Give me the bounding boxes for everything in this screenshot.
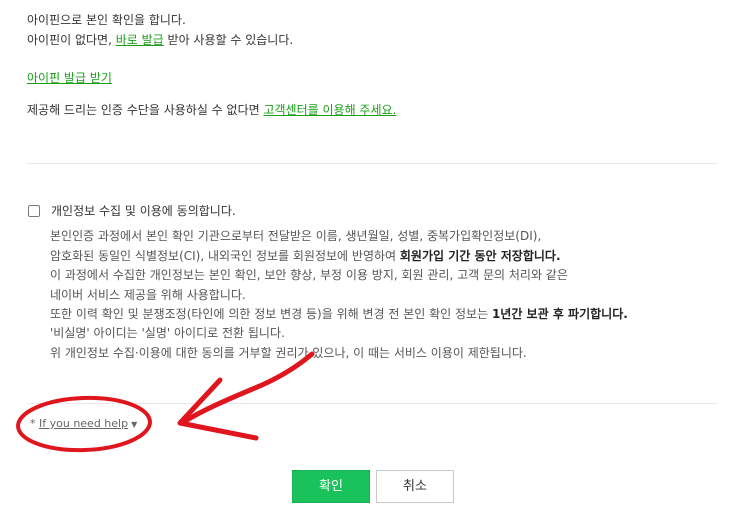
support-line: 제공해 드리는 인증 수단을 사용하실 수 없다면 고객센터를 이용해 주세요. bbox=[27, 102, 396, 118]
privacy-p5-text: 또한 이력 확인 및 분쟁조정(타인에 의한 정보 변경 등)을 위해 변경 전… bbox=[50, 307, 492, 321]
annotation-arrow-head bbox=[177, 377, 259, 441]
consent-checkbox[interactable] bbox=[28, 205, 40, 217]
consent-label[interactable]: 개인정보 수집 및 이용에 동의합니다. bbox=[51, 203, 236, 219]
help-label[interactable]: If you need help bbox=[39, 417, 128, 430]
privacy-p2-text: 암호화된 동일인 식별정보(CI), 내외국인 정보를 회원정보에 반영하여 bbox=[50, 249, 400, 263]
chevron-down-icon: ▼ bbox=[131, 420, 138, 429]
help-toggle[interactable]: * If you need help ▼ bbox=[30, 417, 137, 432]
customer-center-link[interactable]: 고객센터를 이용해 주세요. bbox=[263, 103, 396, 117]
instant-issue-link[interactable]: 바로 발급 bbox=[116, 33, 164, 47]
cancel-button[interactable]: 취소 bbox=[376, 470, 454, 503]
intro-line-2: 아이핀이 없다면, 바로 발급 받아 사용할 수 있습니다. bbox=[27, 32, 293, 48]
ipin-issue-link[interactable]: 아이핀 발급 받기 bbox=[27, 70, 112, 86]
section-divider-bottom bbox=[27, 403, 717, 404]
support-text: 제공해 드리는 인증 수단을 사용하실 수 없다면 bbox=[27, 103, 264, 117]
privacy-paragraph-1: 본인인증 과정에서 본인 확인 기관으로부터 전달받은 이름, 생년월일, 성별… bbox=[50, 229, 542, 243]
privacy-paragraph-2: 암호화된 동일인 식별정보(CI), 내외국인 정보를 회원정보에 반영하여 회… bbox=[50, 248, 561, 264]
privacy-paragraph-3: 이 과정에서 수집한 개인정보는 본인 확인, 보안 향상, 부정 이용 방지,… bbox=[50, 268, 568, 282]
privacy-paragraph-5: 또한 이력 확인 및 분쟁조정(타인에 의한 정보 변경 등)을 위해 변경 전… bbox=[50, 306, 628, 322]
annotation-arrow-shaft bbox=[179, 351, 315, 426]
intro-line-1: 아이핀으로 본인 확인을 합니다. bbox=[27, 13, 186, 27]
privacy-p5-bold: 1년간 보관 후 파기합니다. bbox=[491, 307, 628, 321]
privacy-p2-bold: 회원가입 기간 동안 저장합니다. bbox=[399, 249, 561, 263]
intro-line-2-text: 아이핀이 없다면, bbox=[27, 33, 116, 47]
annotation-overlay bbox=[16, 351, 315, 453]
help-prefix: * bbox=[30, 417, 36, 430]
privacy-paragraph-4: 네이버 서비스 제공을 위해 사용합니다. bbox=[50, 288, 246, 302]
privacy-paragraph-7: 위 개인정보 수집·이용에 대한 동의를 거부할 권리가 있으나, 이 때는 서… bbox=[50, 346, 527, 360]
privacy-paragraph-6: '비실명' 아이디는 '실명' 아이디로 전환 됩니다. bbox=[50, 326, 285, 340]
intro-line-2-tail: 받아 사용할 수 있습니다. bbox=[163, 33, 294, 47]
section-divider-top bbox=[27, 163, 717, 164]
confirm-button[interactable]: 확인 bbox=[292, 470, 370, 503]
